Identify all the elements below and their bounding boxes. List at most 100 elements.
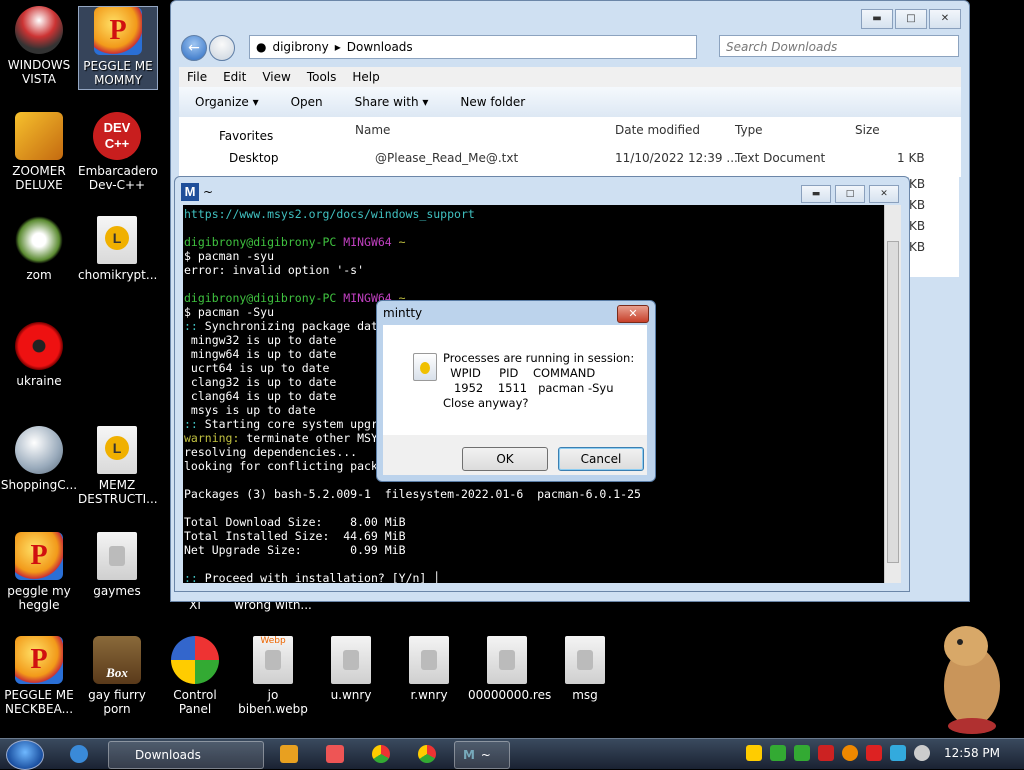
dialog-close-button[interactable]: ✕ <box>617 305 649 323</box>
desktop-icon-control-panel[interactable]: Control Panel <box>156 636 234 716</box>
address-bar[interactable]: ● digibrony ▸ Downloads <box>249 35 697 59</box>
radiation-icon <box>15 322 63 370</box>
maximize-button[interactable]: □ <box>895 9 927 29</box>
network-icon[interactable] <box>890 745 906 761</box>
desktop-icon-msg[interactable]: msg <box>546 636 624 702</box>
tray-icon[interactable] <box>770 745 786 761</box>
flag-icon[interactable] <box>866 745 882 761</box>
menu-view[interactable]: View <box>262 70 290 84</box>
file-list: Name Date modified Type Size @Please_Rea… <box>339 117 961 177</box>
desktop-icon-gay-fiurry-porn[interactable]: Box gay fiurry porn <box>78 636 156 716</box>
nav-favorites[interactable]: Favorites <box>219 129 273 143</box>
control-panel-icon <box>171 636 219 684</box>
tray-icon[interactable] <box>842 745 858 761</box>
breadcrumb-user[interactable]: digibrony <box>272 40 328 54</box>
vista-icon <box>15 6 63 54</box>
desktop-icon-shoppingc[interactable]: ShoppingC... <box>0 426 78 492</box>
minimize-button[interactable]: ▬ <box>801 185 831 203</box>
ok-button[interactable]: OK <box>462 447 548 471</box>
start-button[interactable] <box>6 740 44 770</box>
desktop-icon-u-wnry[interactable]: u.wnry <box>312 636 390 702</box>
folder-icon <box>565 636 605 684</box>
mintty-icon: M <box>463 748 475 762</box>
close-confirm-dialog[interactable]: mintty ✕ Processes are running in sessio… <box>376 300 656 482</box>
desktop-icon-peggle-me-mommy[interactable]: PEGGLE ME MOMMY <box>78 6 158 90</box>
taskbar: Downloads M ~ 12:58 PM <box>0 738 1024 770</box>
desktop-icon-r-wnry[interactable]: r.wnry <box>390 636 468 702</box>
scrollbar-thumb[interactable] <box>887 241 899 563</box>
peggle-icon <box>15 532 63 580</box>
minimize-button[interactable]: ▬ <box>861 9 893 29</box>
search-input[interactable]: Search Downloads <box>719 35 959 57</box>
mintty-logo-icon: M <box>181 183 199 201</box>
breadcrumb-downloads[interactable]: Downloads <box>347 40 413 54</box>
column-date-modified[interactable]: Date modified <box>615 123 700 137</box>
organize-button[interactable]: Organize ▾ <box>195 95 259 109</box>
chrome-icon[interactable] <box>418 745 436 763</box>
desktop-icon-windows-vista[interactable]: WINDOWS VISTA <box>0 6 78 86</box>
column-size[interactable]: Size <box>855 123 880 137</box>
file-name[interactable]: @Please_Read_Me@.txt <box>375 151 518 165</box>
paint-icon[interactable] <box>326 745 344 763</box>
desktop-icon-peggle-my-heggle[interactable]: peggle my heggle <box>0 532 78 612</box>
desktop-icon-zom[interactable]: zom <box>0 216 78 282</box>
file-icon <box>331 636 371 684</box>
flower-icon <box>15 216 63 264</box>
mintty-title: ~ <box>203 185 214 199</box>
menu-edit[interactable]: Edit <box>223 70 246 84</box>
box-icon: Box <box>93 636 141 684</box>
share-with-button[interactable]: Share with ▾ <box>355 95 429 109</box>
chrome-icon[interactable] <box>372 745 390 763</box>
desktop-icon-peggle-me-neckbeard[interactable]: PEGGLE ME NECKBEA... <box>0 636 78 716</box>
peggle-icon <box>94 7 142 55</box>
cancel-button[interactable]: Cancel <box>558 447 644 471</box>
file-icon <box>409 636 449 684</box>
zoomer-icon <box>15 112 63 160</box>
explorer-hidden-sizes: KB KB KB KB <box>909 177 959 277</box>
menu-help[interactable]: Help <box>352 70 379 84</box>
close-button[interactable]: ✕ <box>869 185 899 203</box>
tray-icon[interactable] <box>818 745 834 761</box>
menu-tools[interactable]: Tools <box>307 70 337 84</box>
taskbar-item-mintty[interactable]: M ~ <box>454 741 510 769</box>
close-button[interactable]: ✕ <box>929 9 961 29</box>
chomikrypt-icon <box>97 216 137 264</box>
breadcrumb-separator: ▸ <box>334 40 341 54</box>
desktop-icon-dev-cpp[interactable]: DEV C++ Embarcadero Dev-C++ <box>78 112 158 192</box>
dialog-footer: OK Cancel <box>383 435 647 475</box>
back-button[interactable]: ← <box>181 35 207 61</box>
file-size: 1 KB <box>897 151 925 165</box>
file-type: Text Document <box>735 151 826 165</box>
file-date: 11/10/2022 12:39 ... <box>615 151 738 165</box>
internet-explorer-icon[interactable] <box>70 745 88 763</box>
volume-icon[interactable] <box>914 745 930 761</box>
folder-icon: ● <box>256 40 267 54</box>
desktop-icon-jo-biben[interactable]: Webp jo biben.webp <box>234 636 312 716</box>
terminal-scrollbar[interactable] <box>884 205 901 583</box>
desktop-icon-memz[interactable]: MEMZ DESTRUCTI... <box>78 426 158 506</box>
desktop-icon-00000000-res[interactable]: 00000000.res <box>468 636 551 702</box>
taskbar-downloads-label: Downloads <box>135 748 201 762</box>
peggle-icon <box>15 636 63 684</box>
column-name[interactable]: Name <box>355 123 390 137</box>
explorer-window-controls: ▬ □ ✕ <box>859 9 961 29</box>
forward-button[interactable] <box>209 35 235 61</box>
column-type[interactable]: Type <box>735 123 763 137</box>
clock[interactable]: 12:58 PM <box>944 746 1000 760</box>
open-button[interactable]: Open <box>291 95 323 109</box>
taskbar-item-downloads[interactable]: Downloads <box>108 741 264 769</box>
tray-icon[interactable] <box>794 745 810 761</box>
menu-bar: File Edit View Tools Help <box>179 67 961 87</box>
tray-icon[interactable] <box>746 745 762 761</box>
desktop-icon-zoomer-deluxe[interactable]: ZOOMER DELUXE <box>0 112 78 192</box>
desktop-icon-ukraine[interactable]: ukraine <box>0 322 78 388</box>
new-folder-button[interactable]: New folder <box>460 95 525 109</box>
maximize-button[interactable]: □ <box>835 185 865 203</box>
desktop-icon-chomikrypt[interactable]: chomikrypt... <box>78 216 157 282</box>
folder-icon <box>97 532 137 580</box>
desktop-icon-gaymes[interactable]: gaymes <box>78 532 156 598</box>
menu-file[interactable]: File <box>187 70 207 84</box>
media-player-icon[interactable] <box>280 745 298 763</box>
taskbar-mintty-label: ~ <box>480 748 491 762</box>
nav-desktop[interactable]: Desktop <box>229 151 279 165</box>
